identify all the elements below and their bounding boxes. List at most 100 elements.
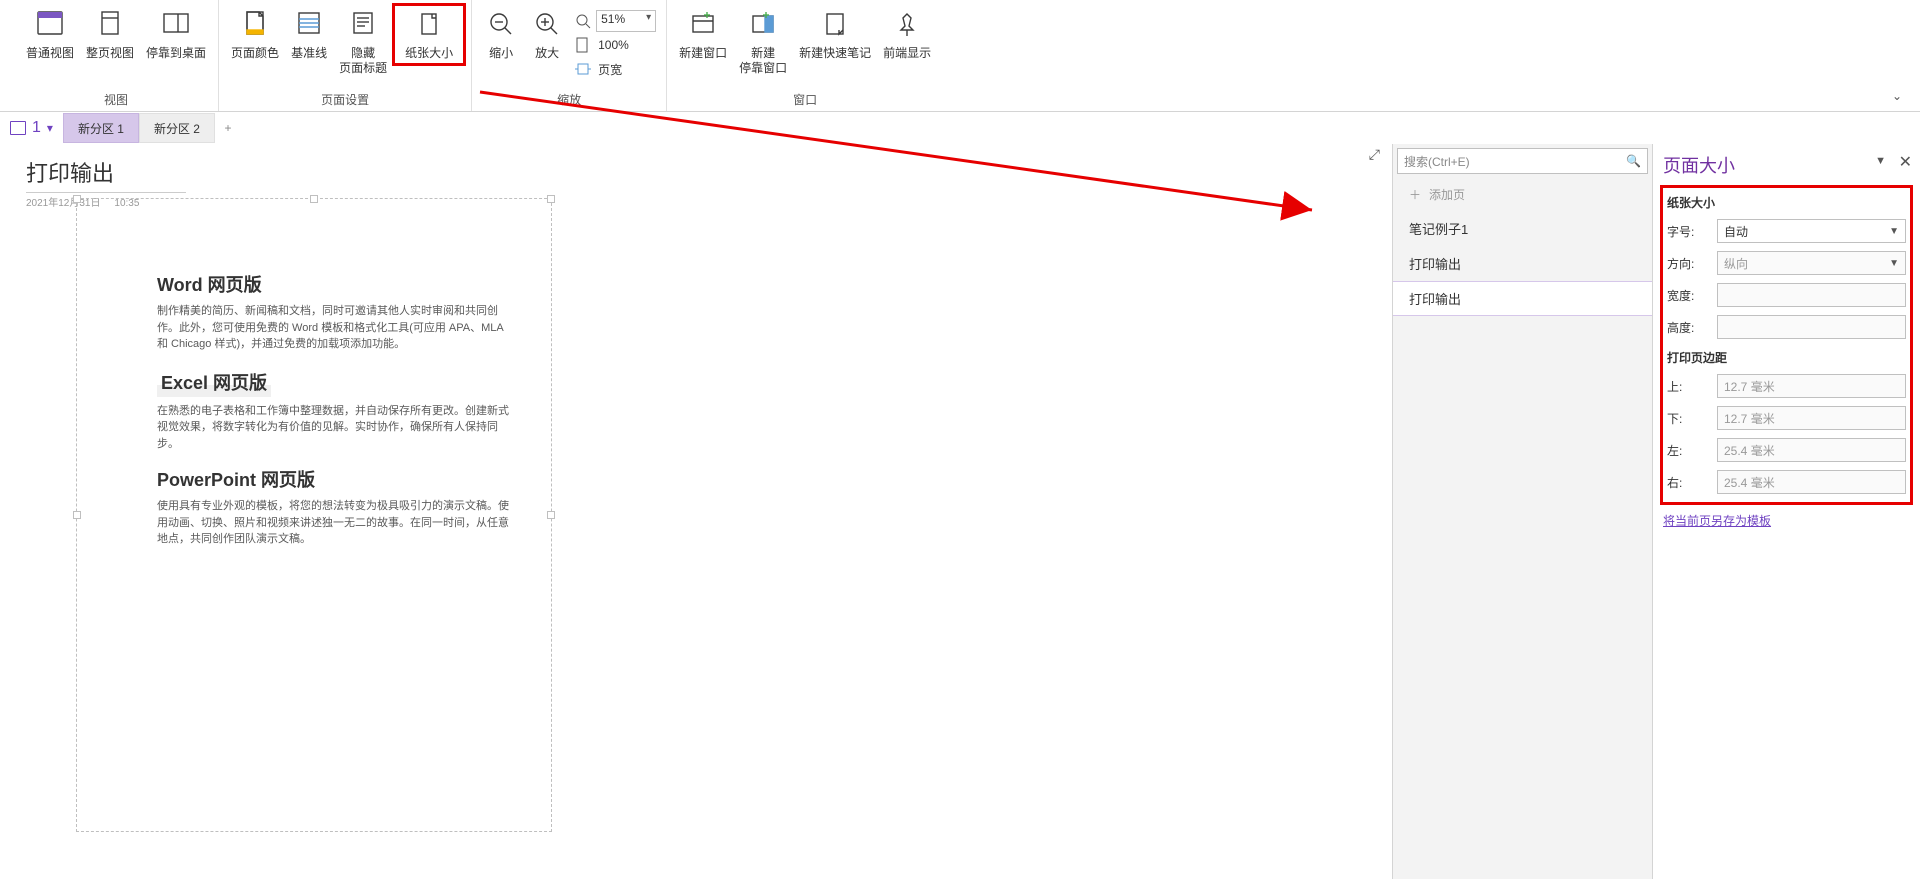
notebook-selector[interactable]: 1 ▾ — [0, 119, 63, 137]
zoom-pagewidth-label: 页宽 — [598, 61, 622, 78]
margin-bottom-label: 下: — [1667, 410, 1709, 427]
paper-size-pane: 页面大小 ▼ ✕ 纸张大小 字号: 自动▼ 方向: 纵向▼ 宽度: 高度: 打印… — [1652, 144, 1920, 879]
margin-top-value: 12.7 毫米 — [1724, 378, 1775, 395]
plus-icon: + — [224, 121, 231, 135]
page-color-button[interactable]: 页面颜色 — [225, 4, 285, 65]
content-para-ppt: 使用具有专业外观的模板，将您的想法转变为极具吸引力的演示文稿。使用动画、切换、照… — [157, 498, 517, 548]
quick-note-button[interactable]: 新建快速笔记 — [793, 4, 877, 65]
dock-desktop-button[interactable]: 停靠到桌面 — [140, 4, 212, 65]
pane-sub-paper: 纸张大小 — [1667, 194, 1906, 211]
height-input[interactable] — [1717, 315, 1906, 339]
resize-handle[interactable] — [310, 195, 318, 203]
plus-icon: ＋ — [1409, 186, 1421, 203]
content-para-word: 制作精美的简历、新闻稿和文档，同时可邀请其他人实时审阅和共同创作。此外，您可使用… — [157, 303, 517, 353]
always-on-top-button[interactable]: 前端显示 — [877, 4, 937, 65]
orientation-value: 纵向 — [1724, 255, 1748, 272]
resize-handle[interactable] — [547, 511, 555, 519]
margin-left-value: 25.4 毫米 — [1724, 442, 1775, 459]
page-item-label: 笔记例子1 — [1409, 222, 1468, 237]
rule-lines-label: 基准线 — [291, 46, 327, 61]
new-window-icon — [687, 8, 719, 40]
page-title[interactable]: 打印输出 — [26, 156, 186, 193]
search-input[interactable]: 搜索(Ctrl+E) 🔍 — [1397, 148, 1648, 174]
notebook-header: 1 ▾ 新分区 1 新分区 2 + — [0, 112, 1920, 144]
zoom-100-label: 100% — [598, 38, 629, 52]
normal-view-label: 普通视图 — [26, 46, 74, 61]
margin-top-input[interactable]: 12.7 毫米 — [1717, 374, 1906, 398]
new-docked-window-button[interactable]: 新建 停靠窗口 — [733, 4, 793, 80]
dock-icon — [160, 8, 192, 40]
quick-note-label: 新建快速笔记 — [799, 46, 871, 61]
size-dropdown[interactable]: 自动▼ — [1717, 219, 1906, 243]
size-label: 字号: — [1667, 223, 1709, 240]
zoom-icon — [574, 12, 592, 30]
pane-close-button[interactable]: ✕ — [1899, 152, 1912, 172]
section-tab-2[interactable]: 新分区 2 — [139, 113, 215, 143]
chevron-down-icon: ▾ — [47, 121, 53, 135]
page-item-2[interactable]: 打印输出 — [1393, 281, 1652, 316]
save-as-template-link[interactable]: 将当前页另存为模板 — [1663, 512, 1771, 529]
width-input[interactable] — [1717, 283, 1906, 307]
search-placeholder: 搜索(Ctrl+E) — [1404, 153, 1470, 170]
content-heading-word: Word 网页版 — [157, 271, 262, 297]
group-window: 新建窗口 新建 停靠窗口 新建快速笔记 前端显示 窗口 — [667, 0, 943, 111]
page-item-1[interactable]: 打印输出 — [1393, 246, 1652, 281]
quick-note-icon — [819, 8, 851, 40]
zoom-percent-value: 51% — [601, 12, 625, 26]
zoom-percent-dropdown[interactable]: 51% — [596, 10, 656, 32]
page-item-0[interactable]: 笔记例子1 — [1393, 211, 1652, 246]
resize-handle[interactable] — [73, 511, 81, 519]
normal-view-button[interactable]: 普通视图 — [20, 4, 80, 65]
margin-right-input[interactable]: 25.4 毫米 — [1717, 470, 1906, 494]
paper-size-button[interactable]: 纸张大小 — [393, 4, 465, 65]
rule-lines-button[interactable]: 基准线 — [285, 4, 333, 65]
page-icon — [34, 8, 66, 40]
resize-handle[interactable] — [73, 195, 81, 203]
zoom-pagewidth-button[interactable]: 页宽 — [574, 58, 656, 80]
content-heading-ppt: PowerPoint 网页版 — [157, 466, 315, 492]
zoom-100-button[interactable]: 100% — [574, 34, 656, 56]
group-view-label: 视图 — [104, 91, 128, 111]
add-page-button[interactable]: ＋ 添加页 — [1393, 178, 1652, 211]
margin-left-label: 左: — [1667, 442, 1709, 459]
chevron-down-icon: ▼ — [1889, 226, 1899, 237]
content-para-excel: 在熟悉的电子表格和工作簿中整理数据，并自动保存所有更改。创建新式视觉效果，将数字… — [157, 403, 517, 453]
orientation-dropdown[interactable]: 纵向▼ — [1717, 251, 1906, 275]
new-docked-label: 新建 停靠窗口 — [739, 46, 787, 76]
zoom-in-button[interactable]: 放大 — [524, 4, 570, 65]
group-pagesetup-label: 页面设置 — [321, 91, 369, 111]
zoom-selectors: 51% 100% 页宽 — [570, 4, 660, 80]
zoom-out-icon — [485, 8, 517, 40]
zoom-in-label: 放大 — [535, 46, 559, 61]
hide-title-button[interactable]: 隐藏 页面标题 — [333, 4, 393, 80]
zoom-out-button[interactable]: 缩小 — [478, 4, 524, 65]
notebook-number: 1 — [32, 119, 41, 137]
ribbon-collapse-button[interactable]: ⌄ — [1884, 89, 1910, 111]
add-page-label: 添加页 — [1429, 186, 1465, 203]
section-tab-1[interactable]: 新分区 1 — [63, 113, 139, 143]
resize-handle[interactable] — [547, 195, 555, 203]
width-label: 宽度: — [1667, 287, 1709, 304]
margin-top-label: 上: — [1667, 378, 1709, 395]
new-docked-icon — [747, 8, 779, 40]
margin-right-label: 右: — [1667, 474, 1709, 491]
margin-bottom-input[interactable]: 12.7 毫米 — [1717, 406, 1906, 430]
fullpage-view-button[interactable]: 整页视图 — [80, 4, 140, 65]
doc-icon — [574, 36, 592, 54]
hide-title-label: 隐藏 页面标题 — [339, 46, 387, 76]
page-color-label: 页面颜色 — [231, 46, 279, 61]
tri-pane: 打印输出 2021年12月31日 10:35 Word 网页版 制作精美的简历、… — [0, 144, 1920, 879]
rule-lines-icon — [293, 8, 325, 40]
orientation-label: 方向: — [1667, 255, 1709, 272]
page-canvas[interactable]: 打印输出 2021年12月31日 10:35 Word 网页版 制作精美的简历、… — [0, 144, 1392, 879]
page-list-pane: 搜索(Ctrl+E) 🔍 ＋ 添加页 笔记例子1 打印输出 打印输出 — [1392, 144, 1652, 879]
fullpage-view-label: 整页视图 — [86, 46, 134, 61]
expand-icon[interactable]: ⤢ — [1369, 146, 1380, 163]
group-window-label: 窗口 — [793, 91, 817, 111]
new-window-button[interactable]: 新建窗口 — [673, 4, 733, 65]
pane-options-button[interactable]: ▼ — [1875, 155, 1886, 167]
printout-content: Word 网页版 制作精美的简历、新闻稿和文档，同时可邀请其他人实时审阅和共同创… — [77, 199, 551, 548]
margin-left-input[interactable]: 25.4 毫米 — [1717, 438, 1906, 462]
printout-container[interactable]: Word 网页版 制作精美的简历、新闻稿和文档，同时可邀请其他人实时审阅和共同创… — [76, 198, 552, 832]
add-section-button[interactable]: + — [215, 115, 241, 141]
